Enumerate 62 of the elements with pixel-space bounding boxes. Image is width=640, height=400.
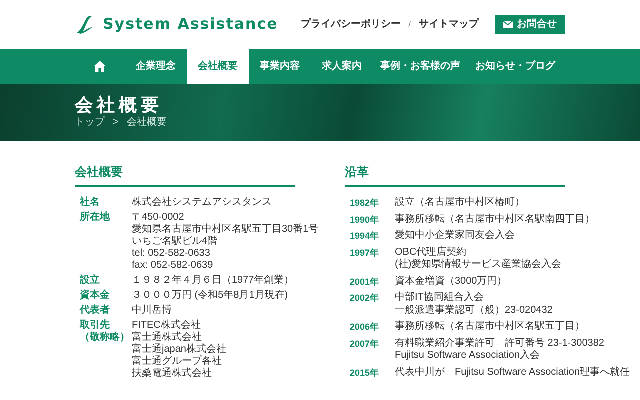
logo-text: System Assistance [103,14,278,36]
history-year: 2007年 [349,338,380,350]
nav-tab[interactable]: 事例・お客様の声 [373,49,468,84]
row-value: 〒450-0002 [132,212,186,224]
history-year: 2002年 [349,292,380,304]
section-heading: 会社概要 [75,163,295,187]
history-event: 中部IT協同組合入会 [395,292,485,304]
row-label: （敬称略） [80,332,131,344]
row-value: １９８２年４月６日（1977年創業） [132,275,294,287]
history-year: 1982年 [349,197,380,210]
link-separator: / [408,18,411,30]
page-title: 会社概要 [75,94,164,116]
history-event: OBC代理店契約 [395,246,468,258]
row-value: 富士通japan株式会社 [132,344,226,356]
history-event: 有料職業紹介事業許可 許可番号 23-1-300382 [395,338,604,350]
row-value: 扶桑電通株式会社 [132,368,213,380]
row-label: 設立 [80,275,101,287]
history-event: 資本金増資（3000万円） [395,276,508,288]
history-event: 代表中川が Fujitsu Software Association理事へ就任 [395,366,630,379]
history-event: 設立（名古屋市中村区椿町） [395,197,525,210]
header-link[interactable]: プライバシーポリシー [300,17,401,32]
row-value: fax: 052-582-0639 [132,260,214,272]
history-year: 1997年 [349,246,380,259]
contact-button[interactable]: お問合せ [495,15,565,34]
nav-tab[interactable]: 企業理念 [125,49,187,84]
history-event: 事務所移転（名古屋市中村区名駅南四丁目） [395,214,595,226]
row-value: 株式会社システムアシスタンス [132,197,272,209]
row-label: 所在地 [80,212,111,224]
history-year: 1994年 [349,230,380,242]
history-year: 2006年 [349,321,380,334]
row-value: 愛知県名古屋市中村区名駅五丁目30番1号 [132,224,319,236]
row-value: 中川岳博 [132,305,172,317]
header-link[interactable]: サイトマップ [419,17,479,32]
row-value: tel: 052-582-0633 [132,248,212,260]
breadcrumb-link[interactable]: トップ [75,117,105,129]
row-label: 資本金 [80,290,111,302]
breadcrumb-current: 会社概要 [126,117,167,129]
section-heading: 沿革 [345,163,565,187]
row-value: FITEC株式会社 [132,320,202,332]
row-label: 取引先 [80,320,111,332]
nav-tab[interactable]: 事業内容 [249,49,311,84]
logo-icon [75,14,95,34]
history-event: 愛知中小企業家同友会入会 [395,230,515,242]
history-event: (社)愛知県情報サービス産業協会入会 [395,259,562,272]
nav-tab[interactable]: 求人案内 [311,49,373,84]
row-value: 富士通グループ各社 [132,356,223,368]
home-icon [94,61,106,72]
row-value: 富士通株式会社 [132,332,203,344]
row-label: 社名 [80,197,101,209]
history-event: Fujitsu Software Association入会 [395,350,542,362]
nav-tab[interactable]: お知らせ・ブログ [468,49,563,84]
nav-tab[interactable]: 会社概要 [187,49,249,84]
history-year: 2015年 [349,366,380,379]
row-label: 代表者 [80,305,111,317]
row-value: ３０００万円 (令和5年8月1月現在) [132,290,288,302]
mail-icon [503,21,513,28]
history-event: 一般派遣事業認可（般）23-020432 [395,304,553,317]
history-event: 事務所移転（名古屋市中村区名駅五丁目） [395,321,585,334]
history-year: 1990年 [349,214,380,226]
row-value: いちご名駅ビル4階 [132,236,219,248]
history-year: 2001年 [349,276,380,288]
breadcrumb-separator: > [113,117,119,129]
